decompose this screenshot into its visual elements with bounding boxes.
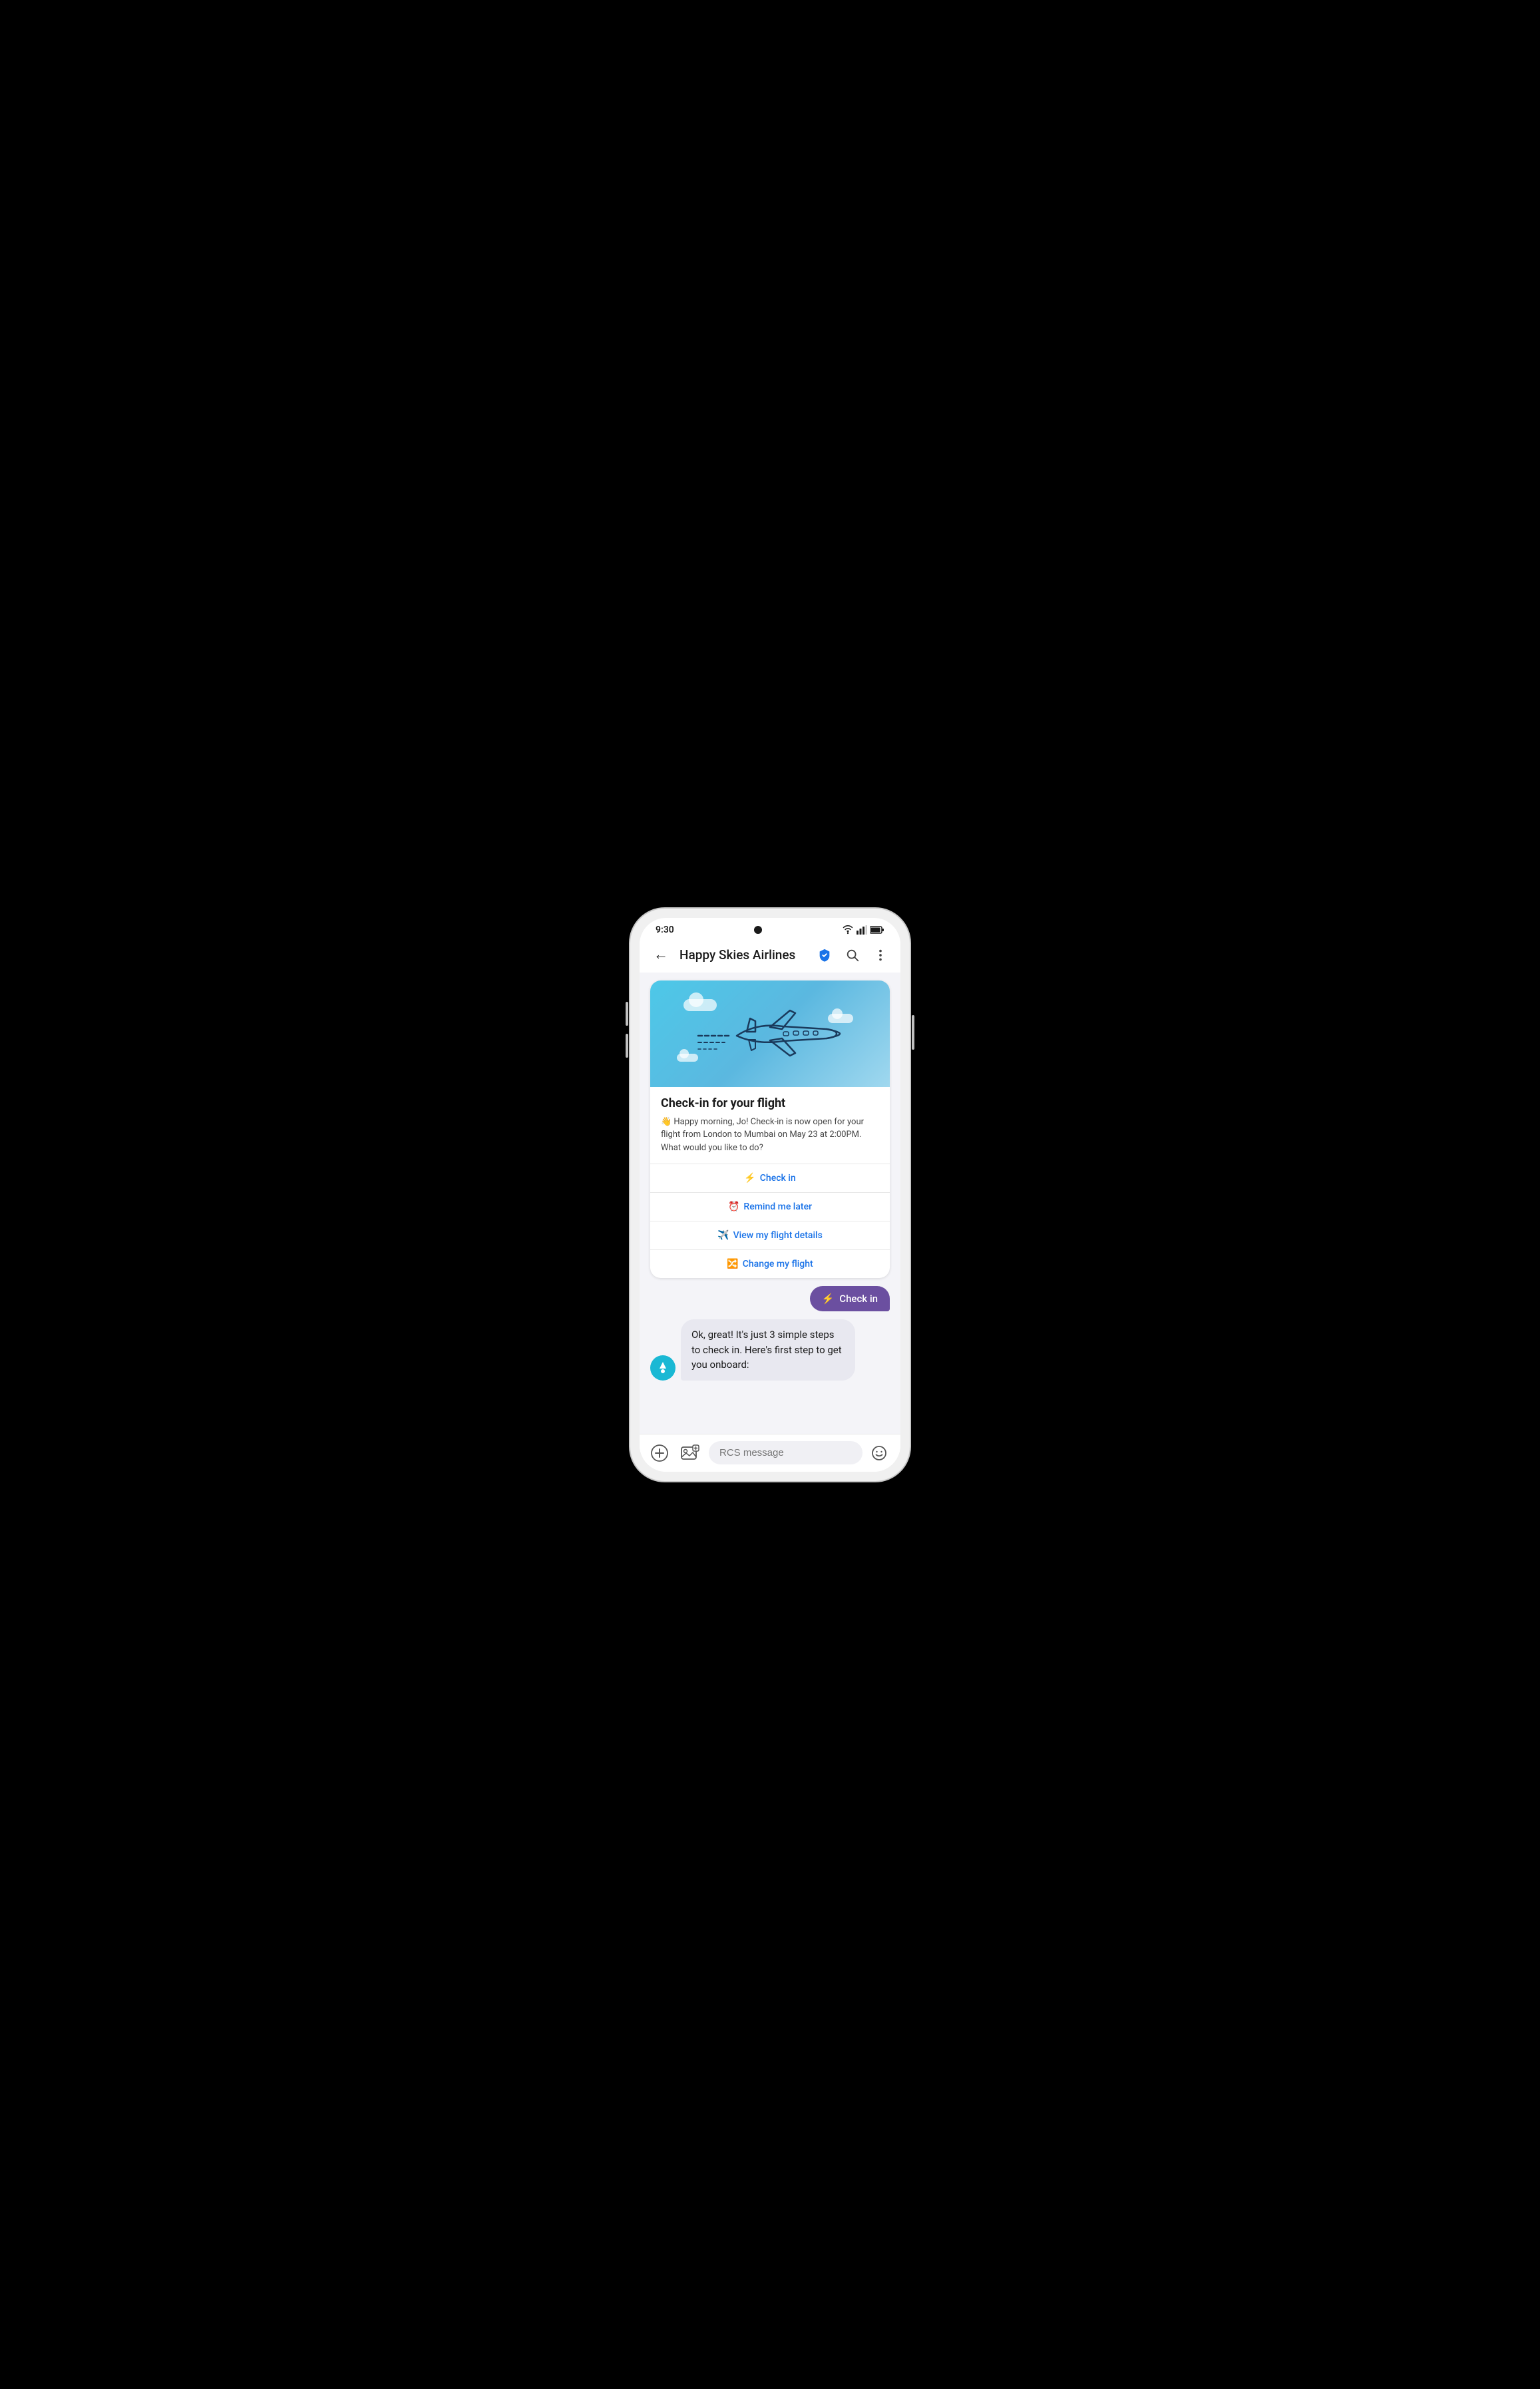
checkin-label: Check in xyxy=(760,1173,796,1184)
input-action-icons xyxy=(869,1443,900,1463)
more-options-icon xyxy=(873,948,888,963)
status-icons xyxy=(842,925,884,935)
add-icon xyxy=(651,1444,668,1462)
chat-area: Check-in for your flight 👋 Happy morning… xyxy=(640,973,900,1434)
volume-button-down xyxy=(626,1034,628,1058)
agent-message-text: Ok, great! It's just 3 simple steps to c… xyxy=(691,1329,842,1371)
volume-button-up xyxy=(626,1002,628,1026)
view-flight-emoji: ✈️ xyxy=(717,1230,729,1241)
power-button xyxy=(912,1015,914,1050)
card-description: 👋 Happy morning, Jo! Check-in is now ope… xyxy=(661,1116,879,1155)
card-image xyxy=(650,980,890,1087)
phone-frame: 9:30 xyxy=(630,909,910,1481)
card-action-change-flight[interactable]: 🔀 Change my flight xyxy=(650,1250,890,1278)
top-bar-actions xyxy=(815,946,890,965)
add-attachment-button[interactable] xyxy=(648,1441,672,1465)
user-message-text: Check in xyxy=(839,1293,878,1305)
search-icon xyxy=(845,948,860,963)
photo-icon xyxy=(681,1444,699,1462)
voice-message-button[interactable] xyxy=(896,1443,900,1463)
microphone-icon xyxy=(899,1445,900,1461)
more-options-button[interactable] xyxy=(871,946,890,965)
user-message-emoji: ⚡ xyxy=(822,1293,835,1305)
cloud-decoration-1 xyxy=(683,999,717,1011)
agent-avatar xyxy=(650,1355,675,1381)
status-time: 9:30 xyxy=(656,925,674,935)
card-body: Check-in for your flight 👋 Happy morning… xyxy=(650,1087,890,1164)
change-flight-emoji: 🔀 xyxy=(727,1259,738,1269)
conversation-title: Happy Skies Airlines xyxy=(679,947,807,963)
verified-shield-button[interactable] xyxy=(815,946,834,965)
cloud-decoration-3 xyxy=(677,1054,698,1062)
user-bubble: ⚡ Check in xyxy=(810,1286,890,1311)
cloud-decoration-2 xyxy=(828,1014,853,1023)
remind-emoji: ⏰ xyxy=(728,1201,739,1212)
emoji-picker-button[interactable] xyxy=(869,1443,889,1463)
back-arrow-icon: ← xyxy=(654,948,668,963)
agent-avatar-icon xyxy=(652,1357,674,1379)
phone-screen: 9:30 xyxy=(640,918,900,1472)
media-picker-button[interactable] xyxy=(678,1441,702,1465)
signal-icon xyxy=(857,925,867,935)
wifi-icon xyxy=(842,925,854,935)
search-button[interactable] xyxy=(843,946,862,965)
change-flight-label: Change my flight xyxy=(743,1259,813,1269)
status-bar: 9:30 xyxy=(640,918,900,939)
battery-icon xyxy=(870,926,884,934)
top-navigation-bar: ← Happy Skies Airlines xyxy=(640,939,900,973)
agent-bubble: Ok, great! It's just 3 simple steps to c… xyxy=(681,1319,855,1381)
message-input[interactable] xyxy=(709,1441,863,1464)
card-actions: ⚡ Check in ⏰ Remind me later ✈️ View my … xyxy=(650,1164,890,1278)
card-action-checkin[interactable]: ⚡ Check in xyxy=(650,1164,890,1193)
card-action-remind[interactable]: ⏰ Remind me later xyxy=(650,1193,890,1221)
remind-label: Remind me later xyxy=(743,1201,812,1212)
rich-card: Check-in for your flight 👋 Happy morning… xyxy=(650,980,890,1279)
agent-message-response: Ok, great! It's just 3 simple steps to c… xyxy=(650,1319,892,1381)
back-button[interactable]: ← xyxy=(650,945,672,966)
shield-icon xyxy=(817,948,832,963)
user-message-checkin: ⚡ Check in xyxy=(648,1286,890,1311)
input-bar xyxy=(640,1434,900,1472)
view-flight-label: View my flight details xyxy=(733,1230,823,1241)
emoji-icon xyxy=(871,1445,887,1461)
card-title: Check-in for your flight xyxy=(661,1096,879,1110)
checkin-emoji: ⚡ xyxy=(744,1173,755,1184)
airplane-illustration xyxy=(697,1004,843,1064)
card-action-view-flight[interactable]: ✈️ View my flight details xyxy=(650,1221,890,1250)
camera-dot xyxy=(754,926,762,934)
